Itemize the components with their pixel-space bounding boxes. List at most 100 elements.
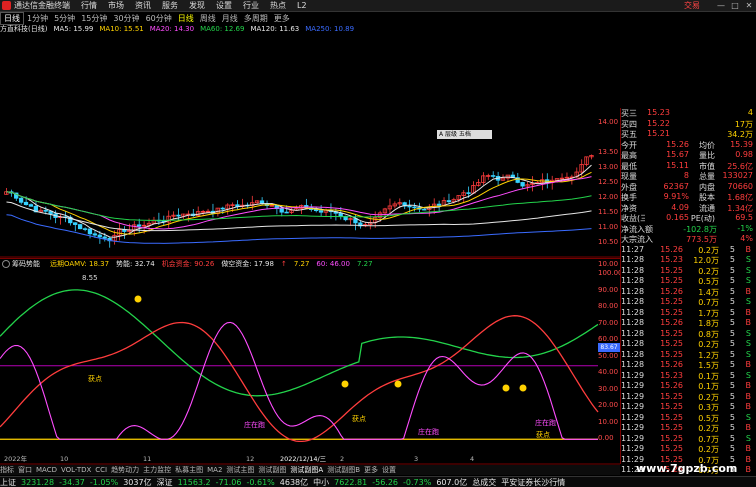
- status-item: 中小: [313, 477, 330, 487]
- floating-toolbox[interactable]: A 层级 五档: [437, 130, 492, 139]
- kline-chart[interactable]: [0, 34, 620, 258]
- tick-row: 11:27 15.26 0.2万 5 B: [621, 244, 751, 255]
- tick-row: 11:28 15.26 1.4万 5 B: [621, 286, 751, 297]
- bid-row: 买四 15.22 17万: [621, 118, 753, 129]
- tick-row: 11:29 15.25 0.3万 5 B: [621, 402, 751, 412]
- period-tab[interactable]: 5分钟: [51, 13, 78, 24]
- price-tick: 13.00: [598, 163, 619, 171]
- period-tab[interactable]: 多周期: [241, 13, 271, 24]
- tick-row: 11:29 15.25 0.5万 5 S: [621, 412, 751, 423]
- tick-row: 11:28 15.25 0.2万 5 S: [621, 339, 751, 349]
- candle: [446, 193, 452, 205]
- indicator-settings-icon[interactable]: [2, 260, 10, 268]
- date-tick: 11: [143, 455, 151, 463]
- indicator-tab[interactable]: 主力监控: [143, 465, 171, 475]
- signal-dot-icon: [394, 380, 402, 388]
- stat-row: 外盘 62367 内盘 70660: [621, 181, 753, 192]
- indicator-value: 远期OAMV: 18.37: [50, 260, 110, 268]
- indicator-value: 势能: 32.74: [116, 260, 155, 268]
- ma20-label: MA20: 14.30: [149, 25, 195, 33]
- candle: [48, 210, 53, 220]
- indicator-tick: 70.00: [598, 318, 619, 327]
- indicator-tab[interactable]: 窗口: [18, 465, 32, 475]
- indicator-tab[interactable]: VOL-TDX: [61, 466, 91, 474]
- indicator-tab[interactable]: 测试副图B: [327, 465, 360, 475]
- trade-button[interactable]: 交易: [684, 0, 700, 11]
- ma10-line: [6, 171, 592, 235]
- period-tab[interactable]: 日线: [0, 11, 24, 25]
- tick-row: 11:29 15.23 0.1万 5 S: [621, 370, 751, 381]
- indicator-tab[interactable]: 更多: [364, 465, 378, 475]
- indicator-tab[interactable]: MACD: [36, 466, 57, 474]
- indicator-chart[interactable]: 获点庄在跑获点庄在跑庄在跑获点2022年 10 11 12 2022/12/14/三 2 3…: [0, 269, 620, 465]
- indicator-tab[interactable]: 趋势动力: [111, 465, 139, 475]
- indicator-tick: 80.00: [598, 302, 619, 310]
- close-icon[interactable]: ✕: [742, 1, 756, 10]
- indicator-tab[interactable]: 私募主图: [175, 465, 203, 475]
- candle: [476, 178, 481, 187]
- indicator-tab[interactable]: MA2: [207, 466, 222, 474]
- indicator-tab[interactable]: CCI: [95, 466, 107, 474]
- period-tab[interactable]: 1分钟: [24, 13, 51, 24]
- status-item: 7622.81: [334, 477, 368, 487]
- candle: [191, 209, 196, 217]
- indicator-value: 做空资金: 17.98: [221, 260, 274, 268]
- tick-row: 11:28 15.25 0.5万 5 S: [621, 276, 751, 286]
- indicator-tab[interactable]: 测试主图: [226, 465, 254, 475]
- candle: [107, 237, 112, 248]
- price-tick: 14.00: [598, 118, 619, 126]
- indicator-legend: 筹码势能 远期OAMV: 18.37 势能: 32.74 机会资金: 90.26 做空…: [0, 258, 620, 269]
- period-tab[interactable]: 周线: [197, 13, 219, 24]
- candle: [589, 154, 594, 160]
- candle: [358, 220, 363, 229]
- indicator-tab[interactable]: 指标: [0, 465, 14, 475]
- ma5-line: [6, 164, 592, 238]
- candle: [392, 201, 397, 209]
- indicator-tick: 20.00: [598, 401, 619, 409]
- period-tab[interactable]: 30分钟: [110, 13, 142, 24]
- tick-row: 11:2915.250.2万5B: [621, 423, 751, 433]
- menu-item[interactable]: 服务: [162, 0, 178, 11]
- period-tab-selected[interactable]: 日线: [175, 13, 197, 24]
- candle: [559, 173, 565, 180]
- period-tab[interactable]: 15分钟: [78, 13, 110, 24]
- signal-label: 获点: [352, 414, 366, 423]
- menu-item[interactable]: 设置: [216, 0, 232, 11]
- indicator-values: 远期OAMV: 18.37 势能: 32.74 机会资金: 90.26 做空资金: 1…: [50, 259, 380, 269]
- period-tab[interactable]: 更多: [271, 13, 293, 24]
- candle: [210, 203, 216, 218]
- date-tick: 3: [414, 455, 418, 463]
- indicator-tab[interactable]: 测试副图: [258, 465, 286, 475]
- period-tab[interactable]: 60分钟: [143, 13, 175, 24]
- indicator-value: ↑: [280, 260, 287, 268]
- candle: [481, 172, 486, 185]
- indicator-tab[interactable]: 测试副图A: [290, 465, 323, 475]
- date-tick: 4: [470, 455, 474, 463]
- price-tick: 11.00: [598, 223, 619, 231]
- period-tab[interactable]: 月线: [219, 13, 241, 24]
- stock-name: 方直科技(日线): [0, 25, 48, 33]
- menu-item[interactable]: 行业: [243, 0, 259, 11]
- indicator-tick: 30.00: [598, 384, 619, 393]
- signal-dot-icon: [134, 295, 142, 303]
- menu-item[interactable]: 市场: [108, 0, 124, 11]
- maximize-icon[interactable]: □: [728, 1, 742, 10]
- tick-row: 11:28 15.23 12.0万 5 S: [621, 255, 751, 265]
- indicator-tick: 10.00: [598, 417, 619, 426]
- candle: [490, 171, 496, 179]
- ma250-label: MA250: 10.89: [305, 25, 355, 33]
- menu-item[interactable]: 发现: [189, 0, 205, 11]
- menu-item[interactable]: 资讯: [135, 0, 151, 11]
- menu-item[interactable]: 热点: [270, 0, 286, 11]
- flow-row: 净流入额 -102.8万 -1%: [621, 223, 753, 234]
- candle: [117, 222, 122, 241]
- menu-item[interactable]: 行情: [81, 0, 97, 11]
- tick-row: 11:28 15.26 1.5万 5 B: [621, 360, 751, 370]
- candle: [486, 173, 491, 180]
- indicator-tab[interactable]: 设置: [382, 465, 396, 475]
- candle: [82, 227, 88, 232]
- status-item: 3231.28: [21, 477, 55, 487]
- minimize-icon[interactable]: —: [714, 1, 728, 10]
- price-tick: 10.50: [598, 238, 619, 246]
- menu-item[interactable]: L2: [297, 1, 307, 10]
